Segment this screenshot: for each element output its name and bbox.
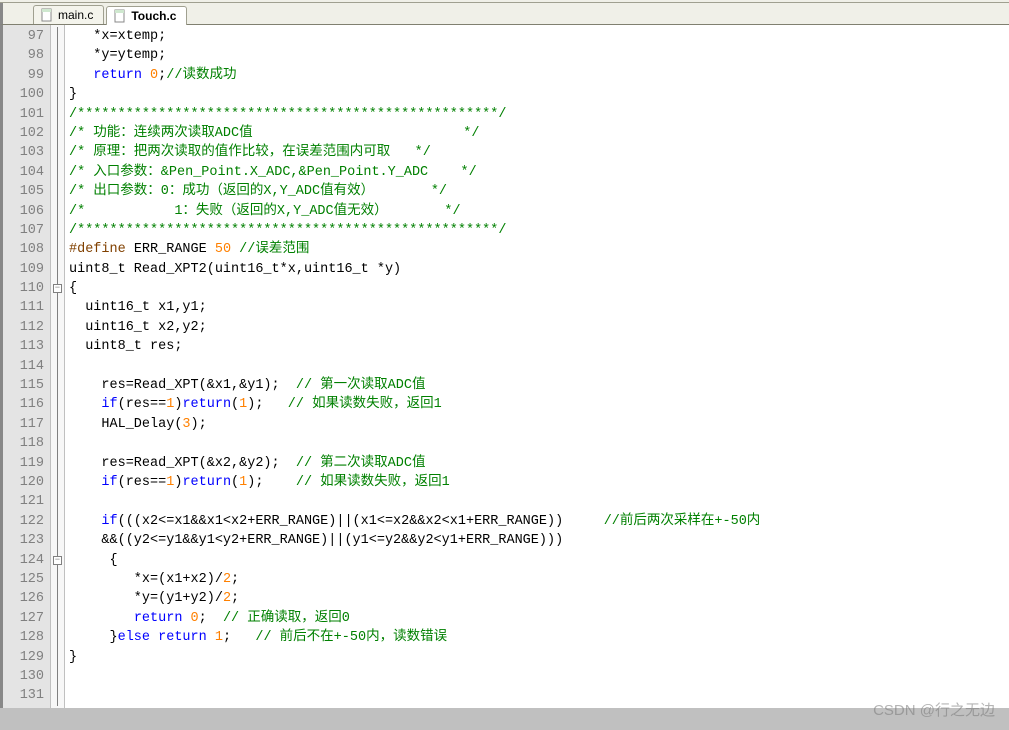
code-line[interactable]: uint16_t x2,y2; [69, 318, 1009, 337]
line-number: 114 [7, 357, 44, 376]
code-line[interactable]: *y=(y1+y2)/2; [69, 589, 1009, 608]
line-number: 121 [7, 492, 44, 511]
tab-label: main.c [58, 8, 93, 22]
code-line[interactable] [69, 667, 1009, 686]
line-number: 126 [7, 589, 44, 608]
line-number: 116 [7, 395, 44, 414]
line-number: 122 [7, 512, 44, 531]
line-number: 130 [7, 667, 44, 686]
line-number: 127 [7, 609, 44, 628]
code-line[interactable]: /* 1：失败（返回的X,Y_ADC值无效） */ [69, 202, 1009, 221]
line-number: 99 [7, 66, 44, 85]
code-line[interactable]: &&((y2<=y1&&y1<y2+ERR_RANGE)||(y1<=y2&&y… [69, 531, 1009, 550]
code-line[interactable]: HAL_Delay(3); [69, 415, 1009, 434]
fold-margin[interactable]: −− [51, 25, 65, 708]
code-line[interactable]: res=Read_XPT(&x2,&y2); // 第二次读取ADC值 [69, 454, 1009, 473]
code-line[interactable]: res=Read_XPT(&x1,&y1); // 第一次读取ADC值 [69, 376, 1009, 395]
code-line[interactable]: *x=xtemp; [69, 27, 1009, 46]
file-tab[interactable]: Touch.c [106, 6, 187, 25]
line-number: 131 [7, 686, 44, 705]
line-number: 102 [7, 124, 44, 143]
code-editor[interactable]: 9798991001011021031041051061071081091101… [0, 25, 1009, 708]
line-number: 108 [7, 240, 44, 259]
code-line[interactable] [69, 434, 1009, 453]
line-number: 111 [7, 298, 44, 317]
code-line[interactable]: *x=(x1+x2)/2; [69, 570, 1009, 589]
code-line[interactable]: /* 原理：把两次读取的值作比较，在误差范围内可取 */ [69, 143, 1009, 162]
line-number: 124 [7, 551, 44, 570]
c-file-icon [40, 8, 54, 22]
code-line[interactable]: }else return 1; // 前后不在+-50内，读数错误 [69, 628, 1009, 647]
line-number: 103 [7, 143, 44, 162]
line-number: 98 [7, 46, 44, 65]
code-line[interactable]: uint16_t x1,y1; [69, 298, 1009, 317]
code-line[interactable]: /***************************************… [69, 221, 1009, 240]
code-line[interactable]: *y=ytemp; [69, 46, 1009, 65]
line-number: 123 [7, 531, 44, 550]
code-line[interactable]: /* 入口参数：&Pen_Point.X_ADC,&Pen_Point.Y_AD… [69, 163, 1009, 182]
c-file-icon [113, 9, 127, 23]
code-line[interactable]: uint8_t Read_XPT2(uint16_t*x,uint16_t *y… [69, 260, 1009, 279]
line-number: 97 [7, 27, 44, 46]
line-number: 115 [7, 376, 44, 395]
code-line[interactable]: /* 出口参数：0：成功（返回的X,Y_ADC值有效） */ [69, 182, 1009, 201]
line-number: 107 [7, 221, 44, 240]
code-line[interactable]: return 0; // 正确读取，返回0 [69, 609, 1009, 628]
code-line[interactable]: } [69, 648, 1009, 667]
fold-toggle-icon[interactable]: − [53, 284, 62, 293]
line-number: 100 [7, 85, 44, 104]
code-line[interactable]: if(((x2<=x1&&x1<x2+ERR_RANGE)||(x1<=x2&&… [69, 512, 1009, 531]
line-number: 110 [7, 279, 44, 298]
line-number: 112 [7, 318, 44, 337]
line-number: 117 [7, 415, 44, 434]
line-number: 105 [7, 182, 44, 201]
line-number: 125 [7, 570, 44, 589]
code-line[interactable]: /***************************************… [69, 105, 1009, 124]
line-number: 109 [7, 260, 44, 279]
code-line[interactable]: #define ERR_RANGE 50 //误差范围 [69, 240, 1009, 259]
code-line[interactable]: /* 功能：连续两次读取ADC值 */ [69, 124, 1009, 143]
line-number: 128 [7, 628, 44, 647]
code-line[interactable]: { [69, 279, 1009, 298]
code-line[interactable]: if(res==1)return(1); // 如果读数失败，返回1 [69, 473, 1009, 492]
line-number: 106 [7, 202, 44, 221]
code-area[interactable]: *x=xtemp; *y=ytemp; return 0;//读数成功}/***… [65, 25, 1009, 708]
tab-label: Touch.c [131, 9, 176, 23]
code-line[interactable] [69, 686, 1009, 705]
line-number: 104 [7, 163, 44, 182]
line-number: 101 [7, 105, 44, 124]
code-line[interactable]: uint8_t res; [69, 337, 1009, 356]
code-line[interactable]: } [69, 85, 1009, 104]
line-number: 119 [7, 454, 44, 473]
line-number: 120 [7, 473, 44, 492]
line-number-gutter: 9798991001011021031041051061071081091101… [3, 25, 51, 708]
code-line[interactable]: return 0;//读数成功 [69, 66, 1009, 85]
code-line[interactable]: if(res==1)return(1); // 如果读数失败，返回1 [69, 395, 1009, 414]
fold-toggle-icon[interactable]: − [53, 556, 62, 565]
code-line[interactable] [69, 492, 1009, 511]
line-number: 113 [7, 337, 44, 356]
line-number: 118 [7, 434, 44, 453]
code-line[interactable] [69, 357, 1009, 376]
line-number: 129 [7, 648, 44, 667]
file-tab[interactable]: main.c [33, 5, 104, 24]
file-tab-bar: main.c Touch.c [0, 3, 1009, 25]
code-line[interactable]: { [69, 551, 1009, 570]
